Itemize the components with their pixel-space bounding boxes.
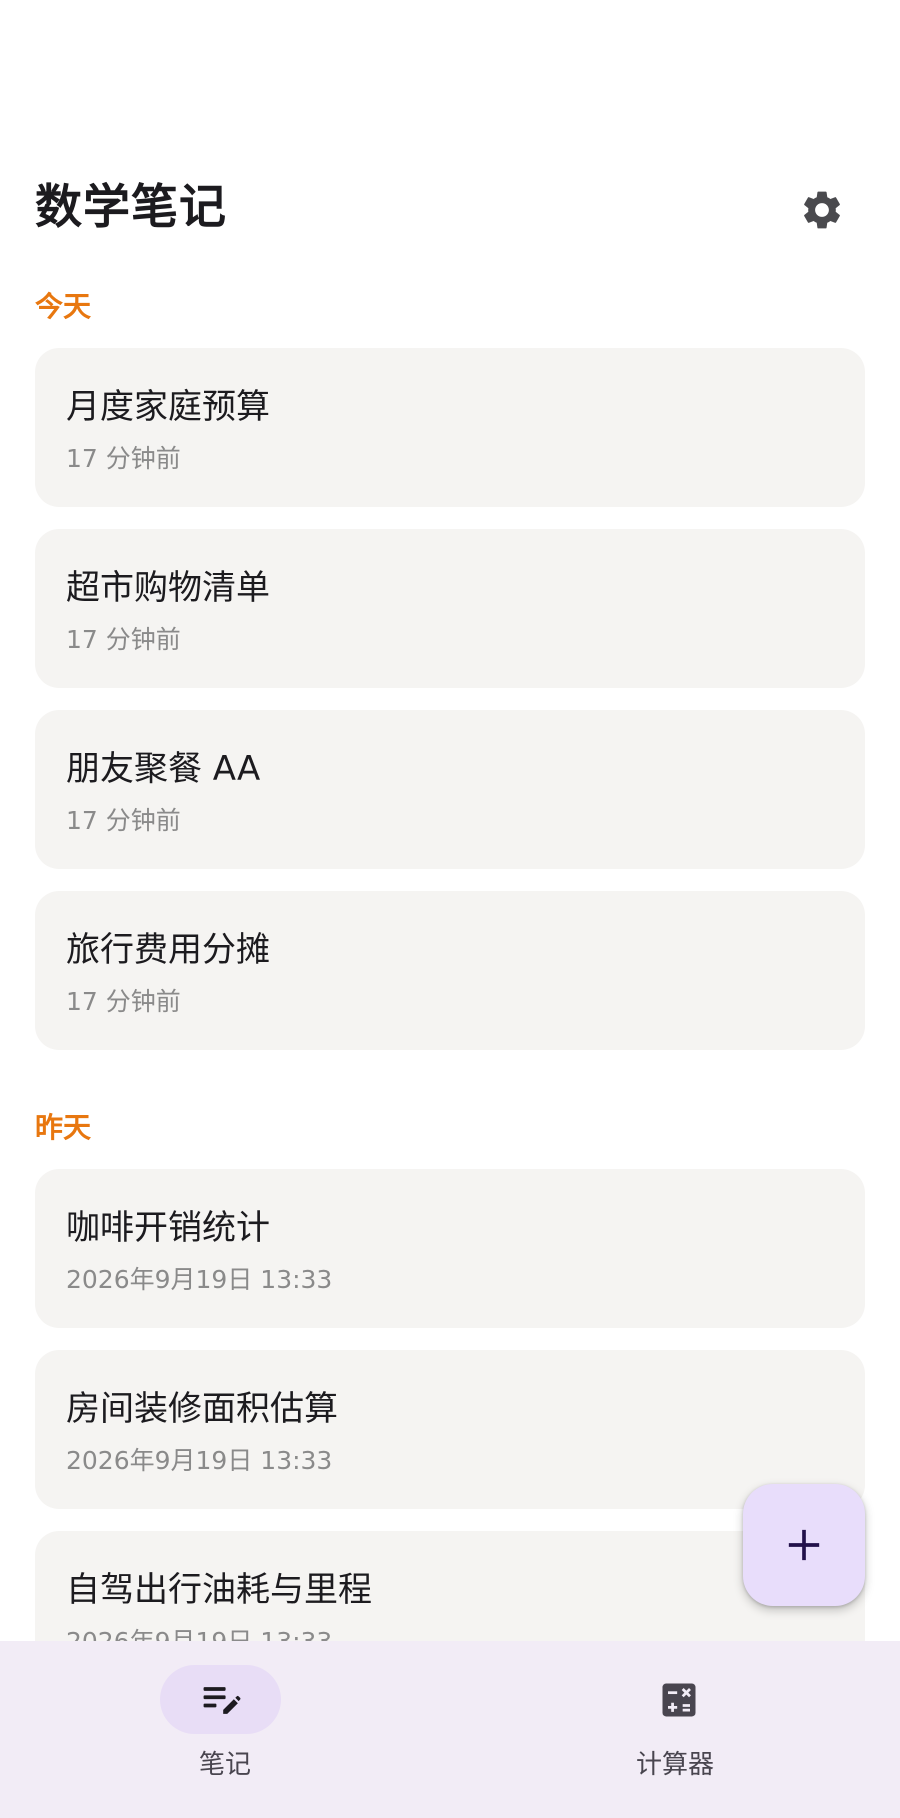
bottom-navigation-bar: 笔记 计算器 xyxy=(0,1641,900,1818)
note-title: 咖啡开销统计 xyxy=(66,1208,270,1248)
add-note-button[interactable] xyxy=(743,1484,865,1606)
note-timestamp: 17 分钟前 xyxy=(66,806,181,835)
nav-item-notes[interactable]: 笔记 xyxy=(0,1641,450,1818)
note-title: 月度家庭预算 xyxy=(66,387,270,427)
nav-label-notes: 笔记 xyxy=(198,1750,251,1780)
section-header-today: 今天 xyxy=(35,290,92,323)
plus-icon xyxy=(788,1529,820,1561)
note-card[interactable]: 旅行费用分摊 17 分钟前 xyxy=(35,891,865,1050)
note-timestamp: 2026年9月19日 13:33 xyxy=(66,1625,332,1641)
notes-scroll-area[interactable]: 数学笔记 今天 月度家庭预算 17 分钟前 超市购物清单 17 分钟前 朋友聚餐… xyxy=(0,0,900,1641)
note-card[interactable]: 朋友聚餐 AA 17 分钟前 xyxy=(35,710,865,869)
note-timestamp: 17 分钟前 xyxy=(66,625,181,654)
note-card[interactable]: 超市购物清单 17 分钟前 xyxy=(35,529,865,688)
note-title: 超市购物清单 xyxy=(66,568,270,608)
nav-item-calculator[interactable]: 计算器 xyxy=(450,1641,900,1818)
page-title: 数学笔记 xyxy=(35,180,227,235)
note-title: 房间装修面积估算 xyxy=(66,1389,338,1429)
note-title: 朋友聚餐 AA xyxy=(66,749,261,789)
note-title: 旅行费用分摊 xyxy=(66,930,270,970)
note-timestamp: 2026年9月19日 13:33 xyxy=(66,1446,333,1475)
notes-edit-icon xyxy=(195,1674,247,1726)
note-card[interactable]: 咖啡开销统计 2026年9月19日 13:33 xyxy=(35,1169,865,1328)
note-card[interactable]: 房间装修面积估算 2026年9月19日 13:33 xyxy=(35,1350,865,1509)
note-timestamp: 2026年9月19日 13:33 xyxy=(66,1265,333,1294)
note-title: 自驾出行油耗与里程 xyxy=(66,1570,372,1610)
note-card[interactable]: 月度家庭预算 17 分钟前 xyxy=(35,348,865,507)
note-card[interactable]: 自驾出行油耗与里程 2026年9月19日 13:33 xyxy=(35,1531,865,1641)
note-timestamp: 17 分钟前 xyxy=(66,987,181,1016)
nav-label-calculator: 计算器 xyxy=(635,1750,714,1780)
section-header-yesterday: 昨天 xyxy=(35,1111,92,1144)
calculator-icon xyxy=(653,1674,705,1726)
note-timestamp: 17 分钟前 xyxy=(66,444,181,473)
settings-button[interactable] xyxy=(792,180,852,240)
gear-icon xyxy=(804,191,840,229)
